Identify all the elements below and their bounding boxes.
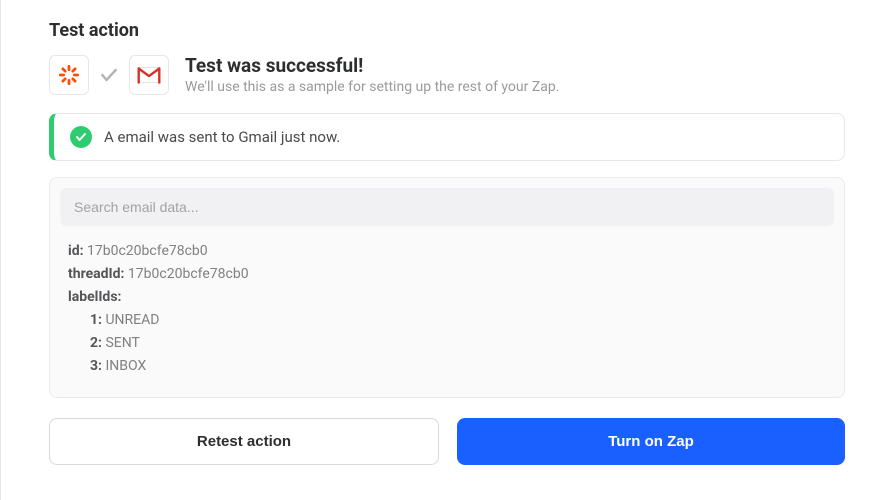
header-subtext: We'll use this as a sample for setting u… xyxy=(185,79,559,95)
data-value: SENT xyxy=(105,335,139,351)
data-key: 2: xyxy=(90,335,102,351)
button-row: Retest action Turn on Zap xyxy=(49,418,845,465)
data-value: 17b0c20bcfe78cb0 xyxy=(128,266,249,282)
turn-on-zap-button[interactable]: Turn on Zap xyxy=(457,418,845,465)
data-key: 1: xyxy=(90,312,102,328)
data-value: INBOX xyxy=(105,358,146,374)
data-key: labelIds: xyxy=(68,289,121,305)
success-check-icon xyxy=(70,126,92,148)
retest-button[interactable]: Retest action xyxy=(49,418,439,465)
data-list: id: 17b0c20bcfe78cb0 threadId: 17b0c20bc… xyxy=(60,240,834,379)
data-row-label-3: 3: INBOX xyxy=(68,355,826,378)
search-input[interactable] xyxy=(60,188,834,226)
data-panel: id: 17b0c20bcfe78cb0 threadId: 17b0c20bc… xyxy=(49,177,845,398)
data-key: id: xyxy=(68,243,84,259)
success-alert: A email was sent to Gmail just now. xyxy=(49,113,845,161)
data-row-labelids: labelIds: xyxy=(68,286,826,309)
data-row-threadid: threadId: 17b0c20bcfe78cb0 xyxy=(68,263,826,286)
data-row-label-1: 1: UNREAD xyxy=(68,309,826,332)
page-title: Test action xyxy=(49,20,845,41)
header-row: Test was successful! We'll use this as a… xyxy=(49,55,845,95)
data-value: 17b0c20bcfe78cb0 xyxy=(87,243,208,259)
data-key: threadId: xyxy=(68,266,124,282)
data-value: UNREAD xyxy=(105,312,159,328)
header-text: Test was successful! We'll use this as a… xyxy=(185,55,559,95)
header-heading: Test was successful! xyxy=(185,55,559,78)
alert-message: A email was sent to Gmail just now. xyxy=(104,128,340,146)
data-key: 3: xyxy=(90,358,102,374)
zapier-icon xyxy=(49,55,89,95)
data-row-label-2: 2: SENT xyxy=(68,332,826,355)
gmail-icon xyxy=(129,55,169,95)
data-row-id: id: 17b0c20bcfe78cb0 xyxy=(68,240,826,263)
chain-check-icon xyxy=(99,65,119,85)
